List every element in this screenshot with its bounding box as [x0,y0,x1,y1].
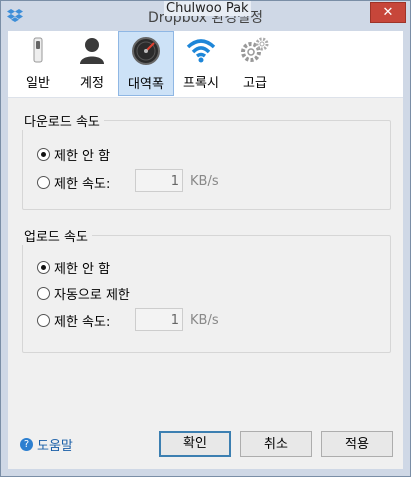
radio-button[interactable] [37,175,50,189]
gears-icon [241,37,269,62]
download-unit-label: KB/s [190,174,219,189]
upload-limit-option[interactable]: 제한 속도: [37,311,111,330]
tab-label: 프록시 [183,76,219,91]
radio-label: 자동으로 제한 [54,287,130,303]
upload-no-limit-option[interactable]: 제한 안 함 [37,258,111,277]
tab-label: 일반 [26,76,50,91]
apply-button[interactable]: 적용 [321,431,393,457]
radio-label: 제한 속도: [54,176,111,192]
download-limit-option[interactable]: 제한 속도: [37,173,111,192]
gauge-icon [132,37,160,65]
cancel-button[interactable]: 취소 [240,431,312,457]
tab-label: 계정 [80,76,104,91]
radio-label: 제한 안 함 [54,148,111,164]
tab-label: 대역폭 [128,77,164,92]
preferences-toolbar: 일반 계정 대역폭 프록시 고급 [8,31,403,98]
radio-button[interactable] [37,286,50,300]
user-name-overlay: Chulwoo Pak [164,1,251,16]
radio-button[interactable] [37,313,50,327]
upload-auto-limit-option[interactable]: 자동으로 제한 [37,284,130,303]
bandwidth-panel: 다운로드 속도 제한 안 함 제한 속도: 1 KB/s 업로드 속도 제한 안… [8,98,403,469]
tab-label: 고급 [243,76,267,91]
download-speed-group: 다운로드 속도 제한 안 함 제한 속도: 1 KB/s [20,111,391,210]
download-no-limit-option[interactable]: 제한 안 함 [37,145,111,164]
radio-label: 제한 안 함 [54,261,111,277]
download-speed-title: 다운로드 속도 [20,111,104,130]
radio-button[interactable] [37,147,50,161]
tab-advanced[interactable]: 고급 [228,31,282,95]
switch-icon [33,37,43,63]
ok-button[interactable]: 확인 [159,431,231,457]
help-link[interactable]: ? 도움말 [20,435,73,454]
tab-bandwidth[interactable]: 대역폭 [118,31,174,96]
preferences-window: Dropbox 환경설정 Chulwoo Pak ✕ 일반 계정 대역폭 프록시… [0,0,411,477]
download-speed-input[interactable]: 1 [135,169,183,192]
help-icon: ? [20,438,33,451]
radio-button[interactable] [37,260,50,274]
upload-speed-title: 업로드 속도 [20,226,92,245]
user-icon [80,38,104,64]
tab-general[interactable]: 일반 [11,31,65,95]
title-bar[interactable]: Dropbox 환경설정 Chulwoo Pak ✕ [1,1,410,31]
tab-account[interactable]: 계정 [65,31,119,95]
wifi-icon [186,39,216,63]
upload-unit-label: KB/s [190,313,219,328]
upload-speed-group: 업로드 속도 제한 안 함 자동으로 제한 제한 속도: 1 KB/s [20,226,391,353]
close-button[interactable]: ✕ [370,2,406,23]
upload-speed-input[interactable]: 1 [135,308,183,331]
radio-label: 제한 속도: [54,314,111,330]
help-label: 도움말 [37,439,73,454]
tab-proxy[interactable]: 프록시 [174,31,228,95]
